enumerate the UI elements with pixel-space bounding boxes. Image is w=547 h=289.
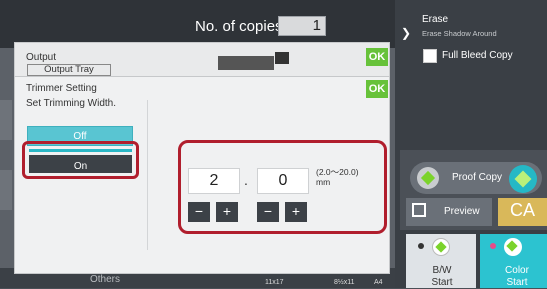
output-tray-tab[interactable]: Output Tray xyxy=(27,64,111,76)
trimmer-dialog-title: Trimmer Setting xyxy=(26,83,97,94)
integer-decrement-button[interactable]: − xyxy=(188,202,210,222)
output-dialog-title: Output xyxy=(26,52,57,63)
clear-all-label: CA xyxy=(510,200,536,220)
color-start-label: Color Start xyxy=(505,265,529,288)
on-selection-indicator xyxy=(29,149,132,152)
paper-size-label: A4 xyxy=(374,279,383,286)
others-button[interactable]: Others xyxy=(90,274,120,285)
color-dot-icon xyxy=(490,243,496,249)
erase-title[interactable]: Erase xyxy=(422,14,448,25)
trimmer-ok-button[interactable]: OK xyxy=(366,80,388,98)
finisher-icon xyxy=(275,52,289,64)
decimal-point: . xyxy=(244,172,248,188)
proof-copy-icon xyxy=(417,167,439,189)
trim-width-decimal-field[interactable]: 0 xyxy=(257,168,309,194)
bw-dot-icon xyxy=(418,243,424,249)
trim-width-integer-field[interactable]: 2 xyxy=(188,168,240,194)
erase-subtitle: Erase Shadow Around xyxy=(422,29,497,38)
output-ok-button[interactable]: OK xyxy=(366,48,388,66)
proof-start-icon[interactable] xyxy=(509,165,537,193)
start-icon xyxy=(504,238,522,256)
on-label: On xyxy=(73,161,88,172)
full-bleed-checkbox[interactable] xyxy=(423,49,437,63)
decimal-increment-button[interactable]: + xyxy=(285,202,307,222)
paper-size-label: 8½x11 xyxy=(334,279,355,286)
paper-size-label: 11x17 xyxy=(265,279,284,286)
left-edge-tab xyxy=(0,170,12,210)
left-edge-tab xyxy=(0,100,12,140)
proof-copy-label: Proof Copy xyxy=(452,172,503,183)
copies-label: No. of copies xyxy=(195,18,283,35)
printer-icon xyxy=(218,56,274,70)
preview-label: Preview xyxy=(444,206,480,217)
chevron-right-icon[interactable]: ❯ xyxy=(401,26,411,40)
divider xyxy=(147,100,148,250)
trim-width-range: (2.0～20.0) mm xyxy=(316,167,359,187)
copies-field[interactable]: 1 xyxy=(278,16,326,36)
preview-icon xyxy=(412,203,426,217)
full-bleed-label: Full Bleed Copy xyxy=(442,50,513,61)
trimmer-dialog-subtitle: Set Trimming Width. xyxy=(26,98,117,109)
bw-start-label: B/W Start xyxy=(431,265,453,288)
integer-increment-button[interactable]: + xyxy=(216,202,238,222)
start-icon xyxy=(432,238,450,256)
decimal-decrement-button[interactable]: − xyxy=(257,202,279,222)
